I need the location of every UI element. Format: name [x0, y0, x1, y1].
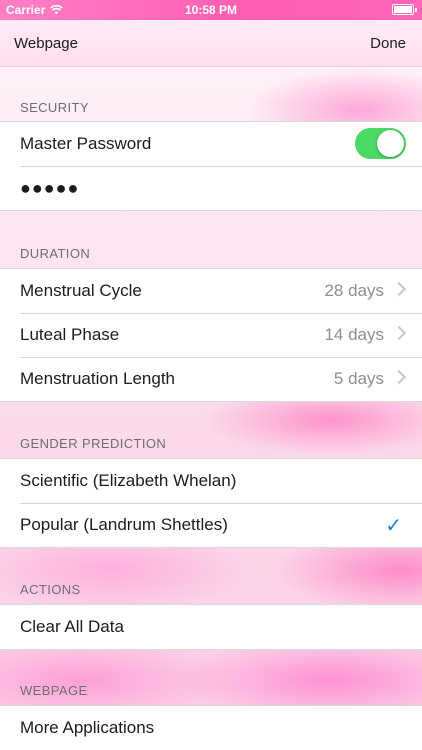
menstrual-cycle-row[interactable]: Menstrual Cycle 28 days	[0, 269, 422, 313]
section-header-duration: DURATION	[20, 246, 91, 261]
gender-option-popular[interactable]: Popular (Landrum Shettles) ✓	[0, 503, 422, 547]
luteal-phase-row[interactable]: Luteal Phase 14 days	[0, 313, 422, 357]
more-applications-row[interactable]: More Applications	[0, 706, 422, 750]
row-value: 5 days	[333, 369, 384, 388]
gender-option-scientific[interactable]: Scientific (Elizabeth Whelan)	[0, 459, 422, 503]
status-bar: Carrier 10:58 PM	[0, 0, 422, 20]
row-value: 28 days	[324, 281, 384, 300]
navigation-bar: Webpage Done	[0, 20, 422, 67]
gender-prediction-group: Scientific (Elizabeth Whelan) Popular (L…	[0, 458, 422, 548]
chevron-right-icon	[391, 369, 407, 385]
checkmark-icon: ✓	[385, 515, 402, 537]
battery-icon	[392, 4, 417, 15]
password-field[interactable]: ●●●●●	[20, 178, 79, 199]
chevron-right-icon	[391, 281, 407, 297]
master-password-label: Master Password	[20, 134, 152, 153]
section-header-security: SECURITY	[20, 100, 89, 115]
master-password-toggle[interactable]	[355, 128, 406, 159]
option-label: Scientific (Elizabeth Whelan)	[20, 471, 237, 490]
duration-group: Menstrual Cycle 28 days Luteal Phase 14 …	[0, 268, 422, 402]
master-password-row: Master Password	[0, 122, 422, 166]
row-label: Menstrual Cycle	[20, 281, 142, 300]
webpage-group: More Applications	[0, 705, 422, 750]
password-field-row[interactable]: ●●●●●	[0, 166, 422, 210]
clock: 10:58 PM	[184, 3, 238, 17]
security-group: Master Password ●●●●●	[0, 121, 422, 211]
chevron-right-icon	[391, 325, 407, 341]
menstruation-length-row[interactable]: Menstruation Length 5 days	[0, 357, 422, 401]
section-header-gender-prediction: GENDER PREDICTION	[20, 436, 167, 451]
option-label: Popular (Landrum Shettles)	[20, 515, 228, 534]
actions-group: Clear All Data	[0, 604, 422, 650]
section-header-webpage: WEBPAGE	[20, 683, 88, 698]
row-label: Luteal Phase	[20, 325, 120, 344]
webpage-button[interactable]: Webpage	[14, 35, 78, 52]
more-applications-label: More Applications	[20, 718, 155, 737]
section-header-actions: ACTIONS	[20, 582, 81, 597]
row-value: 14 days	[324, 325, 384, 344]
clear-all-data-label: Clear All Data	[20, 617, 124, 636]
clear-all-data-button[interactable]: Clear All Data	[0, 605, 422, 649]
toggle-knob	[377, 130, 404, 157]
row-label: Menstruation Length	[20, 369, 175, 388]
done-button[interactable]: Done	[370, 35, 406, 52]
